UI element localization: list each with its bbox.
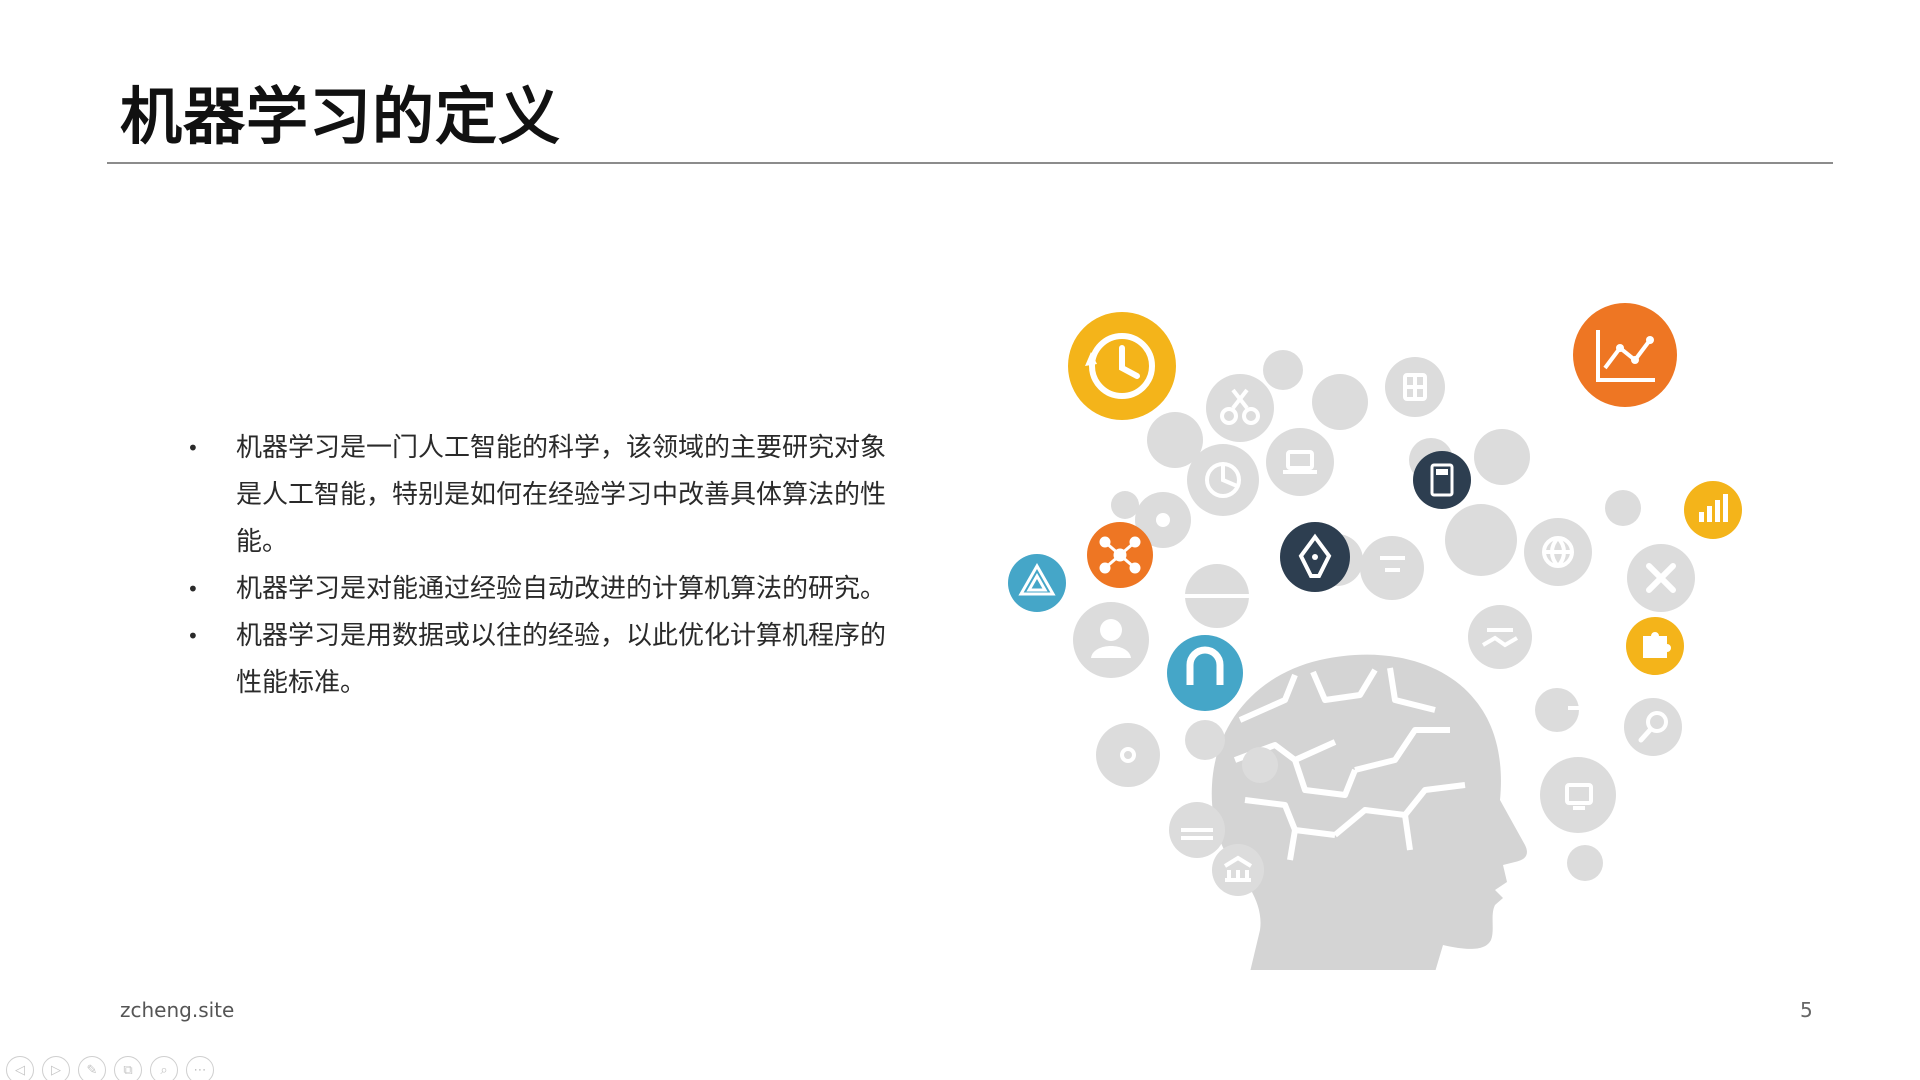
pen-icon: ✎ <box>86 1062 98 1078</box>
arrow-right-icon: ▷ <box>51 1062 61 1078</box>
slide-title: 机器学习的定义 <box>120 80 562 153</box>
pyramid-icon <box>1008 554 1066 612</box>
footer-site-name: zcheng.site <box>120 998 235 1022</box>
bullet-text: 机器学习是一门人工智能的科学，该领域的主要研究对象是人工智能，特别是如何在经验学… <box>236 433 887 557</box>
bullet-item: • 机器学习是一门人工智能的科学，该领域的主要研究对象是人工智能，特别是如何在经… <box>183 425 903 566</box>
pen-nib-icon <box>1280 522 1350 592</box>
head-silhouette <box>1211 654 1527 970</box>
bullet-marker: • <box>187 436 199 460</box>
slide: 机器学习的定义 • 机器学习是一门人工智能的科学，该领域的主要研究对象是人工智能… <box>0 0 1920 1080</box>
bullet-list: • 机器学习是一门人工智能的科学，该领域的主要研究对象是人工智能，特别是如何在经… <box>183 425 903 707</box>
more-icon: ⋯ <box>193 1062 207 1078</box>
more-options-button[interactable]: ⋯ <box>186 1056 214 1080</box>
slides-icon: ⧉ <box>123 1062 133 1078</box>
bullet-text: 机器学习是用数据或以往的经验，以此优化计算机程序的性能标准。 <box>236 621 887 698</box>
bullet-text: 机器学习是对能通过经验自动改进的计算机算法的研究。 <box>236 574 887 604</box>
clock-history-icon <box>1068 312 1176 420</box>
bullet-marker: • <box>187 624 199 648</box>
magnifier-icon: ⌕ <box>160 1062 168 1078</box>
zoom-button[interactable]: ⌕ <box>150 1056 178 1080</box>
next-slide-button[interactable]: ▷ <box>42 1056 70 1080</box>
pen-tool-button[interactable]: ✎ <box>78 1056 106 1080</box>
bullet-item: • 机器学习是对能通过经验自动改进的计算机算法的研究。 <box>183 566 903 613</box>
arrow-left-icon: ◁ <box>15 1062 25 1078</box>
calculator-icon <box>1413 451 1471 509</box>
slides-overview-button[interactable]: ⧉ <box>114 1056 142 1080</box>
puzzle-icon <box>1626 617 1684 675</box>
title-divider <box>107 162 1833 164</box>
previous-slide-button[interactable]: ◁ <box>6 1056 34 1080</box>
line-chart-icon <box>1573 303 1677 407</box>
search-icon <box>1624 698 1682 756</box>
page-number: 5 <box>1800 998 1813 1022</box>
head-icons-illustration <box>1008 303 1742 970</box>
magnet-icon <box>1167 635 1243 711</box>
bar-chart-up-icon <box>1684 481 1742 539</box>
network-icon <box>1087 522 1153 588</box>
bullet-item: • 机器学习是用数据或以往的经验，以此优化计算机程序的性能标准。 <box>183 613 903 707</box>
bullet-marker: • <box>187 577 199 601</box>
presentation-toolbar: ◁ ▷ ✎ ⧉ ⌕ ⋯ <box>6 1056 214 1080</box>
close-x-icon <box>1627 544 1695 612</box>
